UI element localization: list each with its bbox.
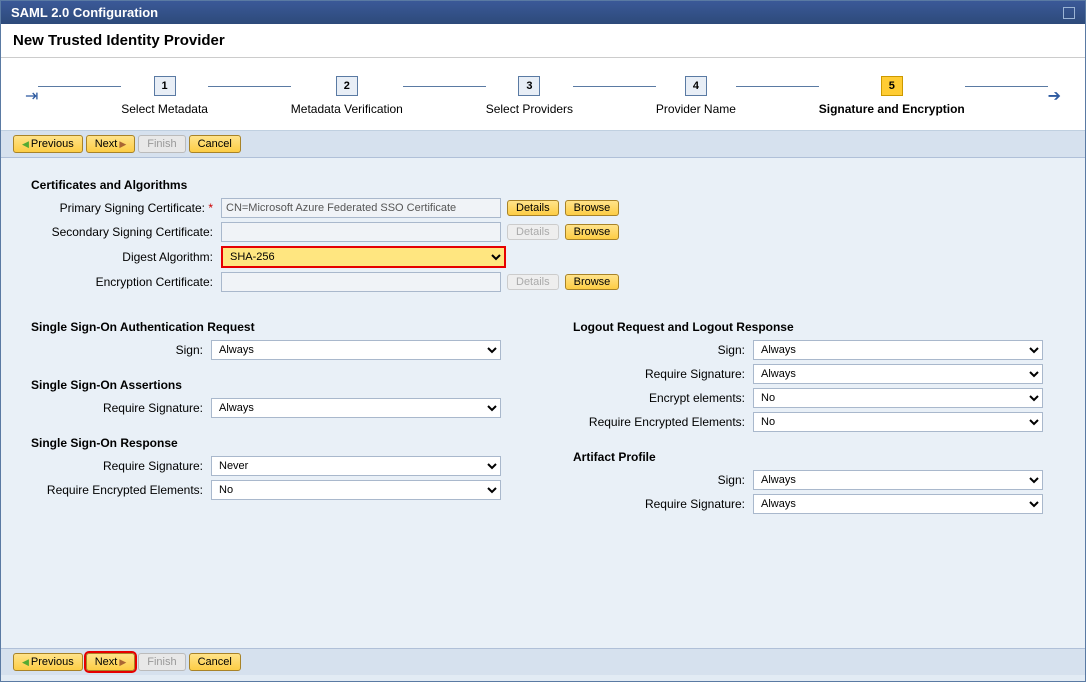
primary-signing-label: Primary Signing Certificate: *	[31, 201, 221, 215]
artifact-reqsig-label: Require Signature:	[573, 497, 753, 511]
previous-button[interactable]: ◀Previous	[13, 135, 83, 153]
button-label: Previous	[31, 138, 74, 150]
sso-resp-reqsig-select[interactable]: Never	[211, 456, 501, 476]
title-bar: SAML 2.0 Configuration	[1, 1, 1085, 24]
artifact-sign-label: Sign:	[573, 473, 753, 487]
sso-assert-reqsig-select[interactable]: Always	[211, 398, 501, 418]
window-title: SAML 2.0 Configuration	[11, 5, 158, 20]
logout-reqenc-label: Require Encrypted Elements:	[573, 415, 753, 429]
section-sso-assertions: Single Sign-On Assertions	[31, 378, 513, 392]
content-area: Certificates and Algorithms Primary Sign…	[1, 158, 1085, 648]
triangle-right-icon: ▶	[119, 139, 126, 150]
triangle-left-icon: ◀	[22, 657, 29, 668]
step-select-metadata: 1 Select Metadata	[121, 76, 208, 116]
button-label: Finish	[147, 138, 176, 150]
logout-enc-select[interactable]: No	[753, 388, 1043, 408]
step-label: Select Providers	[486, 102, 573, 116]
next-button[interactable]: Next▶	[86, 135, 136, 153]
digest-label: Digest Algorithm:	[31, 250, 221, 264]
section-certificates: Certificates and Algorithms	[31, 178, 1055, 192]
step-label: Signature and Encryption	[819, 102, 965, 116]
sso-assert-reqsig-label: Require Signature:	[31, 401, 211, 415]
step-label: Select Metadata	[121, 102, 208, 116]
encryption-cert-label: Encryption Certificate:	[31, 275, 221, 289]
logout-enc-label: Encrypt elements:	[573, 391, 753, 405]
finish-button: Finish	[138, 135, 185, 153]
step-number: 2	[336, 76, 358, 96]
artifact-sign-select[interactable]: Always	[753, 470, 1043, 490]
logout-reqsig-label: Require Signature:	[573, 367, 753, 381]
button-label: Finish	[147, 656, 176, 668]
button-label: Cancel	[198, 138, 232, 150]
step-number: 1	[154, 76, 176, 96]
button-label: Next	[95, 138, 118, 150]
wizard-start-icon: ⇥	[25, 86, 38, 106]
cancel-button[interactable]: Cancel	[189, 653, 241, 671]
primary-signing-input[interactable]	[221, 198, 501, 218]
artifact-reqsig-select[interactable]: Always	[753, 494, 1043, 514]
step-select-providers: 3 Select Providers	[486, 76, 573, 116]
details-button: Details	[507, 224, 559, 240]
section-logout: Logout Request and Logout Response	[573, 320, 1055, 334]
finish-button: Finish	[138, 653, 185, 671]
step-number: 3	[518, 76, 540, 96]
required-indicator: *	[208, 201, 213, 215]
sso-resp-reqenc-select[interactable]: No	[211, 480, 501, 500]
secondary-signing-label: Secondary Signing Certificate:	[31, 225, 221, 239]
step-number: 5	[881, 76, 903, 96]
wizard-steps: ⇥ 1 Select Metadata 2 Metadata Verificat…	[1, 58, 1085, 131]
toolbar-bottom: ◀Previous Next▶ Finish Cancel	[1, 648, 1085, 675]
browse-button[interactable]: Browse	[565, 224, 620, 240]
encryption-cert-input[interactable]	[221, 272, 501, 292]
button-label: Cancel	[198, 656, 232, 668]
button-label: Next	[95, 656, 118, 668]
secondary-signing-input[interactable]	[221, 222, 501, 242]
step-label: Provider Name	[656, 102, 736, 116]
step-signature-encryption: 5 Signature and Encryption	[819, 76, 965, 116]
step-number: 4	[685, 76, 707, 96]
section-sso-auth: Single Sign-On Authentication Request	[31, 320, 513, 334]
sso-auth-sign-label: Sign:	[31, 343, 211, 357]
toolbar-top: ◀Previous Next▶ Finish Cancel	[1, 131, 1085, 158]
logout-reqsig-select[interactable]: Always	[753, 364, 1043, 384]
next-button[interactable]: Next▶	[86, 653, 136, 671]
previous-button[interactable]: ◀Previous	[13, 653, 83, 671]
sso-auth-sign-select[interactable]: Always	[211, 340, 501, 360]
cancel-button[interactable]: Cancel	[189, 135, 241, 153]
logout-reqenc-select[interactable]: No	[753, 412, 1043, 432]
section-sso-response: Single Sign-On Response	[31, 436, 513, 450]
logout-sign-select[interactable]: Always	[753, 340, 1043, 360]
sso-resp-reqsig-label: Require Signature:	[31, 459, 211, 473]
step-metadata-verification: 2 Metadata Verification	[291, 76, 403, 116]
logout-sign-label: Sign:	[573, 343, 753, 357]
step-provider-name: 4 Provider Name	[656, 76, 736, 116]
browse-button[interactable]: Browse	[565, 274, 620, 290]
details-button[interactable]: Details	[507, 200, 559, 216]
page-title: New Trusted Identity Provider	[1, 24, 1085, 58]
section-artifact: Artifact Profile	[573, 450, 1055, 464]
button-label: Previous	[31, 656, 74, 668]
step-label: Metadata Verification	[291, 102, 403, 116]
sso-resp-reqenc-label: Require Encrypted Elements:	[31, 483, 211, 497]
window-control-icon[interactable]	[1063, 7, 1075, 19]
triangle-right-icon: ▶	[119, 657, 126, 668]
triangle-left-icon: ◀	[22, 139, 29, 150]
wizard-end-icon: ➔	[1048, 86, 1061, 106]
browse-button[interactable]: Browse	[565, 200, 620, 216]
digest-algorithm-select[interactable]: SHA-256	[221, 246, 506, 268]
details-button: Details	[507, 274, 559, 290]
